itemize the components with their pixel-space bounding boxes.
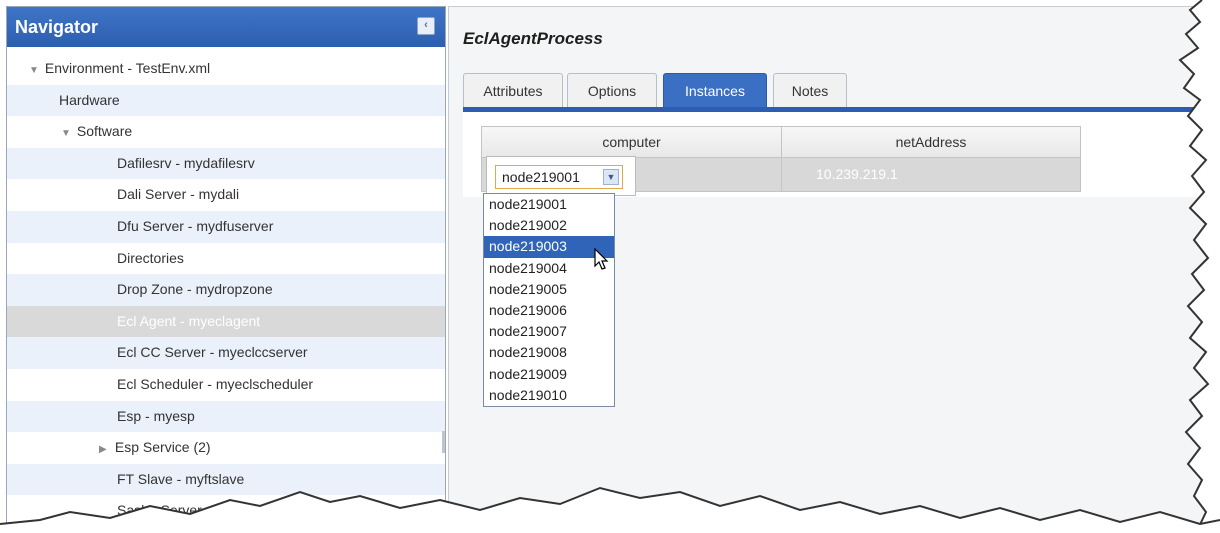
tree-item-dali-server[interactable]: Dali Server - mydali	[7, 179, 445, 211]
instances-panel: computer netAddress node219001 ▼ 10.239.…	[463, 112, 1215, 197]
tree-item-sasha-server[interactable]: Sasha Server - mysasha	[7, 495, 445, 527]
tab-options[interactable]: Options	[567, 73, 657, 108]
tree-item-ft-slave[interactable]: FT Slave - myftslave	[7, 463, 445, 496]
instances-grid: computer netAddress node219001 ▼ 10.239.…	[481, 126, 1081, 196]
tree-item-software[interactable]: ▼ Software	[7, 116, 445, 148]
select-value: node219001	[502, 169, 580, 185]
tree-item-esp-service[interactable]: ▶ Esp Service (2)	[7, 432, 445, 464]
tree-item-dafilesrv[interactable]: Dafilesrv - mydafilesrv	[7, 147, 445, 180]
navigator-header: Navigator ‹	[7, 7, 445, 47]
dropdown-option[interactable]: node219001	[484, 194, 614, 215]
tree-item-environment[interactable]: ▼ Environment - TestEnv.xml	[7, 53, 445, 85]
column-header-netaddress[interactable]: netAddress	[782, 127, 1080, 157]
page-title: EclAgentProcess	[463, 29, 603, 48]
tree-item-ecl-scheduler[interactable]: Ecl Scheduler - myeclscheduler	[7, 369, 445, 401]
collapse-navigator-button[interactable]: ‹	[417, 17, 435, 35]
table-row[interactable]: node219001 ▼ 10.239.219.1	[481, 156, 1081, 196]
dropdown-option[interactable]: node219008	[484, 342, 614, 363]
tab-notes[interactable]: Notes	[773, 73, 847, 108]
tab-instances[interactable]: Instances	[663, 73, 767, 108]
expanded-arrow-icon[interactable]: ▼	[61, 118, 73, 150]
tree-item-drop-zone[interactable]: Drop Zone - mydropzone	[7, 274, 445, 306]
tree-item-ecl-agent[interactable]: Ecl Agent - myeclagent	[7, 305, 445, 338]
column-header-computer[interactable]: computer	[482, 127, 782, 157]
navigator-title: Navigator	[15, 17, 99, 37]
tree-item-directories[interactable]: Directories	[7, 243, 445, 275]
tree-item-esp[interactable]: Esp - myesp	[7, 400, 445, 433]
navigator-panel: Navigator ‹ ▼ Environment - TestEnv.xml …	[6, 6, 446, 528]
dropdown-option[interactable]: node219010	[484, 385, 614, 406]
cell-netaddress[interactable]: 10.239.219.1	[782, 158, 1080, 191]
computer-dropdown-list: node219001 node219002 node219003 node219…	[483, 193, 615, 407]
dropdown-option[interactable]: node219002	[484, 215, 614, 236]
expanded-arrow-icon[interactable]: ▼	[29, 55, 41, 87]
computer-select[interactable]: node219001 ▼	[495, 165, 623, 189]
dropdown-option[interactable]: node219007	[484, 321, 614, 342]
mouse-pointer-icon	[594, 248, 609, 270]
dropdown-option[interactable]: node219009	[484, 364, 614, 385]
dropdown-option[interactable]: node219005	[484, 279, 614, 300]
cell-computer[interactable]: node219001 ▼	[482, 156, 782, 196]
tree-item-dfu-server[interactable]: Dfu Server - mydfuserver	[7, 210, 445, 243]
scrollbar-grip[interactable]	[442, 431, 445, 453]
collapsed-arrow-icon[interactable]: ▶	[99, 434, 111, 466]
cell-editor: node219001 ▼	[486, 156, 636, 196]
grid-header: computer netAddress	[481, 126, 1081, 158]
chevron-down-icon[interactable]: ▼	[603, 169, 619, 185]
navigator-tree: ▼ Environment - TestEnv.xml Hardware ▼ S…	[7, 53, 445, 527]
dropdown-option[interactable]: node219006	[484, 300, 614, 321]
tree-item-hardware[interactable]: Hardware	[7, 84, 445, 117]
tab-attributes[interactable]: Attributes	[463, 73, 563, 108]
tree-item-ecl-cc-server[interactable]: Ecl CC Server - myeclccserver	[7, 337, 445, 369]
